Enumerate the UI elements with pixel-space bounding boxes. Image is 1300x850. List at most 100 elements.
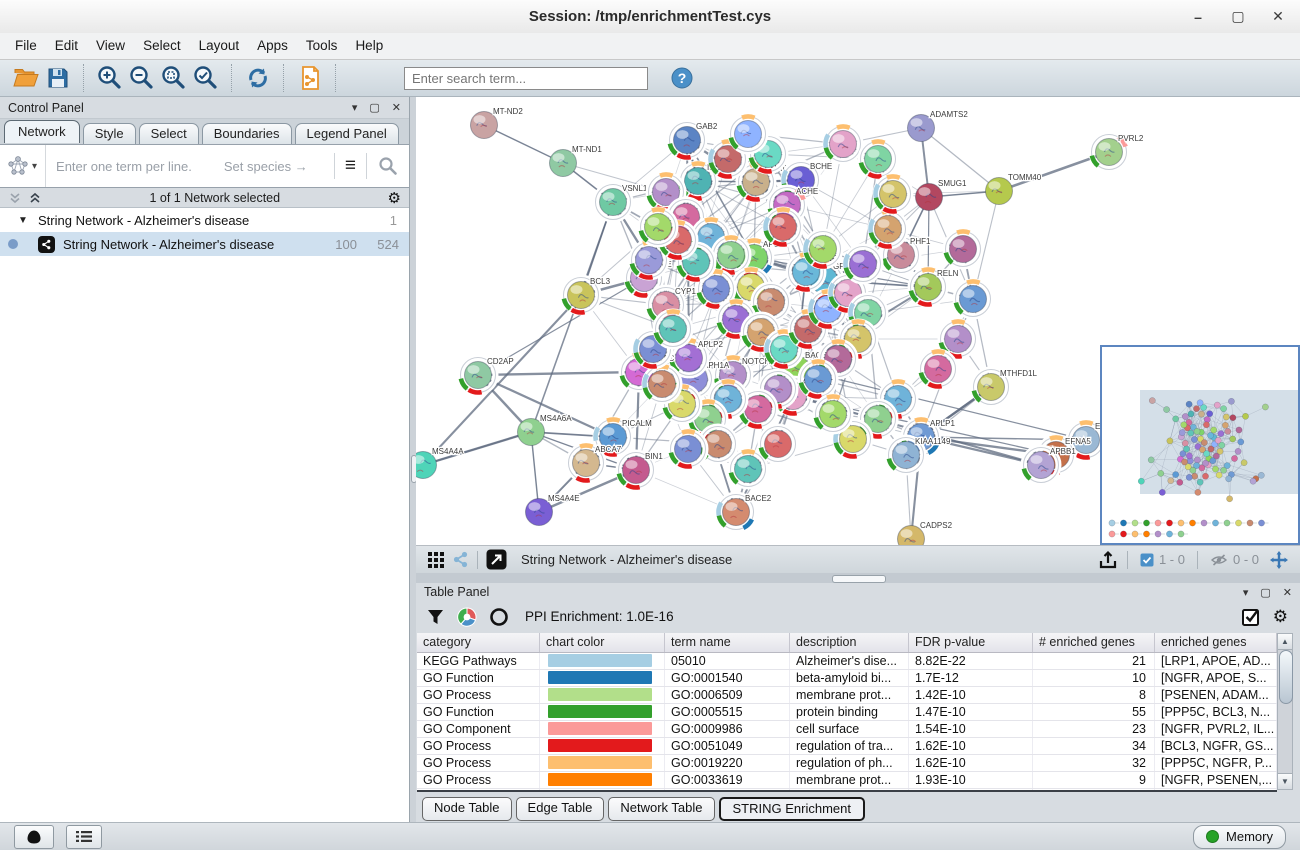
help-button[interactable]: ? [670, 66, 694, 90]
close-panel-icon[interactable]: ✕ [392, 101, 401, 114]
scroll-down-button[interactable]: ▼ [1278, 773, 1292, 789]
birds-eye-view[interactable] [1100, 345, 1300, 545]
horizontal-splitter[interactable] [416, 573, 1300, 583]
network-node[interactable] [830, 131, 857, 158]
birds-eye-canvas[interactable] [1102, 347, 1298, 543]
tab-edge-table[interactable]: Edge Table [516, 797, 605, 821]
zoom-selected-button[interactable] [190, 63, 222, 93]
string-protein-query-selector[interactable]: ▾ [0, 145, 46, 187]
menu-item-apps[interactable]: Apps [248, 33, 297, 59]
table-vertical-scrollbar[interactable]: ▲ ▼ [1277, 633, 1293, 790]
column-header-category[interactable]: category [417, 633, 540, 652]
column-header-chart-color[interactable]: chart color [540, 633, 665, 652]
grid-view-button[interactable] [424, 545, 448, 575]
tab-boundaries[interactable]: Boundaries [202, 123, 292, 144]
network-node[interactable] [645, 214, 672, 241]
open-file-button[interactable] [10, 63, 42, 93]
network-node[interactable] [925, 356, 952, 383]
set-species-link[interactable]: Set species → [224, 159, 308, 174]
memory-button[interactable]: Memory [1193, 825, 1286, 849]
network-node[interactable] [865, 146, 892, 173]
pan-tool-button[interactable] [1266, 545, 1292, 575]
scrollbar-thumb[interactable] [1279, 650, 1293, 704]
network-node[interactable] [735, 456, 762, 483]
network-node[interactable] [960, 286, 987, 313]
table-row[interactable]: GO FunctionGO:0005515protein binding1.47… [417, 704, 1277, 721]
network-node[interactable] [705, 431, 732, 458]
panel-menu-caret-icon[interactable]: ▾ [352, 101, 358, 114]
table-row[interactable]: GO FunctionGO:0001540beta-amyloid bi...1… [417, 670, 1277, 687]
menu-item-edit[interactable]: Edit [46, 33, 87, 59]
network-from-file-button[interactable] [294, 63, 326, 93]
splitter-handle[interactable] [832, 575, 886, 583]
table-row[interactable]: GO ProcessGO:0050435beta-amyloid m...2.0… [417, 789, 1277, 792]
maximize-button[interactable]: ▢ [1230, 8, 1246, 25]
enrichment-settings-gear-icon[interactable]: ⚙ [1273, 607, 1288, 627]
share-network-button[interactable] [448, 545, 472, 575]
welcome-screen-button[interactable] [14, 825, 54, 849]
query-options-menu-icon[interactable]: ≡ [345, 157, 356, 175]
menu-item-help[interactable]: Help [346, 33, 392, 59]
network-node[interactable] [745, 396, 772, 423]
tab-string-enrichment[interactable]: STRING Enrichment [719, 797, 865, 821]
network-node[interactable] [820, 401, 847, 428]
zoom-in-button[interactable] [94, 63, 126, 93]
table-row[interactable]: GO ProcessGO:0033619membrane prot...1.93… [417, 772, 1277, 789]
tab-network[interactable]: Network [4, 120, 80, 143]
zoom-fit-button[interactable] [158, 63, 190, 93]
tree-caret-icon[interactable]: ▼ [18, 215, 30, 226]
save-session-button[interactable] [42, 63, 74, 93]
menu-item-layout[interactable]: Layout [190, 33, 249, 59]
float-panel-icon[interactable]: ▢ [369, 101, 379, 114]
title-bar[interactable]: Session: /tmp/enrichmentTest.cys – ▢ ✕ [0, 0, 1300, 34]
tab-node-table[interactable]: Node Table [422, 797, 512, 821]
expand-all-icon[interactable] [28, 191, 42, 205]
refresh-button[interactable] [242, 63, 274, 93]
scroll-up-button[interactable]: ▲ [1278, 634, 1292, 650]
filter-button[interactable] [426, 607, 445, 626]
float-panel-icon[interactable]: ▢ [1260, 586, 1270, 599]
column-header-description[interactable]: description [790, 633, 909, 652]
gear-icon[interactable]: ⚙ [388, 189, 401, 207]
column-header-term-name[interactable]: term name [665, 633, 790, 652]
table-row[interactable]: KEGG Pathways05010Alzheimer's dise...8.8… [417, 653, 1277, 670]
network-view[interactable]: MT-ND2MT-ND1VSNL1GAB2IRS1ADAMTS2SMUG1TOM… [416, 97, 1300, 545]
column-header--enriched-genes[interactable]: # enriched genes [1033, 633, 1155, 652]
minimize-button[interactable]: – [1190, 9, 1206, 25]
close-panel-icon[interactable]: ✕ [1283, 586, 1292, 599]
network-node[interactable] [735, 121, 762, 148]
draw-charts-button[interactable] [457, 607, 477, 627]
table-row[interactable]: GO ProcessGO:0006509membrane prot...1.42… [417, 687, 1277, 704]
tab-style[interactable]: Style [83, 123, 136, 144]
menu-item-tools[interactable]: Tools [297, 33, 347, 59]
table-row[interactable]: GO ComponentGO:0009986cell surface1.54E-… [417, 721, 1277, 738]
selected-nodes-badge[interactable]: 1 - 0 [1140, 552, 1185, 567]
hidden-items-badge[interactable]: 0 - 0 [1210, 552, 1259, 567]
tab-network-table[interactable]: Network Table [608, 797, 714, 821]
panel-menu-caret-icon[interactable]: ▾ [1243, 586, 1249, 599]
menu-item-select[interactable]: Select [134, 33, 190, 59]
enrichment-table[interactable]: categorychart colorterm namedescriptionF… [417, 633, 1277, 792]
tab-select[interactable]: Select [139, 123, 199, 144]
network-collection-row[interactable]: ▼ String Network - Alzheimer's disease 1 [0, 208, 409, 232]
network-node[interactable] [758, 289, 785, 316]
export-network-button[interactable] [1094, 545, 1122, 575]
table-row[interactable]: GO ProcessGO:0019220regulation of ph...1… [417, 755, 1277, 772]
tab-legend-panel[interactable]: Legend Panel [295, 123, 399, 144]
collapse-all-icon[interactable] [8, 191, 22, 205]
table-row[interactable]: GO ProcessGO:0051049regulation of tra...… [417, 738, 1277, 755]
network-node[interactable] [765, 431, 792, 458]
search-input[interactable] [404, 67, 648, 90]
menu-item-file[interactable]: File [6, 33, 46, 59]
open-in-window-button[interactable] [483, 545, 509, 575]
column-header-FDR-p-value[interactable]: FDR p-value [909, 633, 1033, 652]
network-node[interactable] [805, 366, 832, 393]
select-rows-button[interactable] [1241, 607, 1261, 627]
menu-item-view[interactable]: View [87, 33, 134, 59]
task-history-button[interactable] [66, 825, 102, 849]
close-button[interactable]: ✕ [1270, 8, 1286, 25]
query-placeholder[interactable]: Enter one term per line. [56, 159, 192, 174]
column-header-enriched-genes[interactable]: enriched genes [1155, 633, 1277, 652]
reset-charts-button[interactable] [489, 607, 509, 627]
query-search-button[interactable] [377, 155, 399, 177]
